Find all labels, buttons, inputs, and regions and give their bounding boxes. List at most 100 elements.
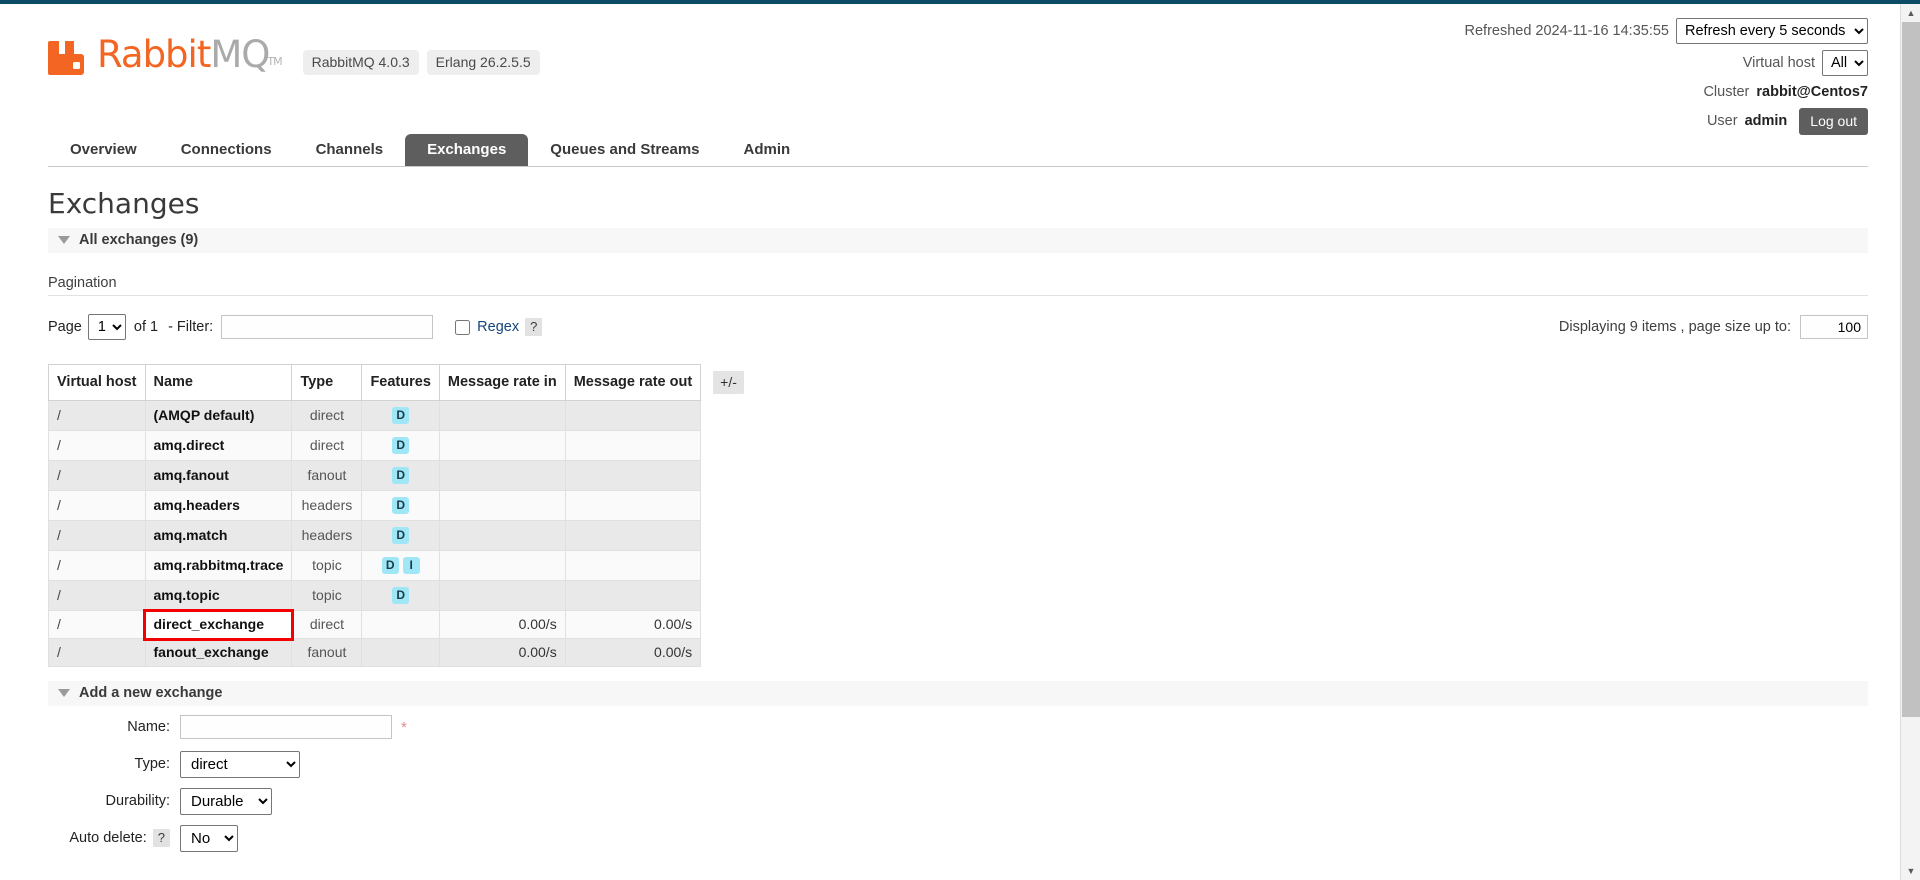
durability-select[interactable]: Durable xyxy=(180,787,272,815)
cell-exchange-type: topic xyxy=(291,580,363,611)
cell-exchange-type: topic xyxy=(291,550,363,581)
form-row-type: Type: direct xyxy=(48,748,1900,780)
regex-help-icon[interactable]: ? xyxy=(525,318,543,336)
feature-badge-d[interactable]: D xyxy=(392,497,410,514)
exchange-name-link[interactable]: fanout_exchange xyxy=(154,644,269,660)
regex-label[interactable]: Regex xyxy=(477,319,519,335)
regex-checkbox[interactable] xyxy=(455,319,471,335)
column-header-features[interactable]: Features xyxy=(361,364,440,401)
page-size-input[interactable] xyxy=(1800,315,1868,339)
exchanges-table-body: / (AMQP default) direct D / amq.direct direct D… xyxy=(48,400,753,667)
cell-exchange-name[interactable]: amq.rabbitmq.trace xyxy=(144,550,293,581)
table-row[interactable]: / amq.headers headers D xyxy=(48,490,753,521)
main-navigation: Overview Connections Channels Exchanges Queu… xyxy=(48,134,1868,167)
cell-exchange-name[interactable]: amq.match xyxy=(144,520,293,551)
feature-badge-d[interactable]: D xyxy=(392,467,410,484)
cell-virtual-host: / xyxy=(48,610,146,639)
feature-badge-d[interactable]: D xyxy=(392,437,410,454)
cell-virtual-host: / xyxy=(48,430,146,461)
rabbitmq-logo-icon xyxy=(48,41,84,80)
feature-badge-d[interactable]: D xyxy=(392,527,410,544)
exchange-name-link[interactable]: amq.direct xyxy=(154,437,225,453)
cluster-name: rabbit@Centos7 xyxy=(1756,84,1868,100)
cell-virtual-host: / xyxy=(48,490,146,521)
all-exchanges-section-header[interactable]: All exchanges (9) xyxy=(48,228,1868,253)
cell-message-rate-in: 0.00/s xyxy=(438,638,566,667)
cell-features: D xyxy=(361,490,440,521)
exchange-name-input[interactable] xyxy=(180,715,392,739)
scrollbar-thumb[interactable] xyxy=(1902,22,1920,717)
exchange-name-link[interactable]: direct_exchange xyxy=(154,616,265,632)
exchange-name-link[interactable]: amq.rabbitmq.trace xyxy=(154,557,284,573)
cell-message-rate-out xyxy=(564,460,702,491)
feature-badge-d[interactable]: D xyxy=(381,557,399,574)
cell-message-rate-out: 0.00/s xyxy=(564,610,702,639)
refresh-interval-select[interactable]: Refresh every 5 seconds xyxy=(1676,18,1868,44)
user-label: User xyxy=(1706,113,1738,129)
scroll-down-arrow-icon[interactable]: ▼ xyxy=(1901,862,1920,880)
column-header-message-rate-out[interactable]: Message rate out xyxy=(564,364,702,401)
autodelete-select[interactable]: No xyxy=(180,824,238,852)
tab-overview[interactable]: Overview xyxy=(48,134,159,166)
page-select[interactable]: 1 xyxy=(87,314,126,340)
autodelete-help-icon[interactable]: ? xyxy=(152,829,170,847)
feature-badge-d[interactable]: D xyxy=(392,407,410,424)
scroll-up-arrow-icon[interactable]: ▲ xyxy=(1901,4,1920,22)
displaying-text: Displaying 9 items , page size up to: xyxy=(1558,319,1791,335)
cell-exchange-name[interactable]: fanout_exchange xyxy=(144,638,293,667)
feature-badge-i[interactable]: I xyxy=(402,557,420,574)
column-header-type[interactable]: Type xyxy=(291,364,363,401)
cell-message-rate-in xyxy=(438,580,566,611)
table-row[interactable]: / fanout_exchange fanout 0.00/s 0.00/s xyxy=(48,638,753,667)
table-row[interactable]: / amq.topic topic D xyxy=(48,580,753,611)
cell-message-rate-in xyxy=(438,550,566,581)
column-toggle-button[interactable]: +/- xyxy=(713,370,744,394)
column-header-message-rate-in[interactable]: Message rate in xyxy=(438,364,566,401)
version-badges: RabbitMQ 4.0.3 Erlang 26.2.5.5 xyxy=(302,50,540,80)
tab-admin[interactable]: Admin xyxy=(722,134,813,166)
exchange-name-link[interactable]: amq.fanout xyxy=(154,467,229,483)
exchange-name-link[interactable]: (AMQP default) xyxy=(154,407,255,423)
table-row[interactable]: / direct_exchange direct 0.00/s 0.00/s xyxy=(48,608,753,641)
exchange-type-select[interactable]: direct xyxy=(180,750,300,778)
cell-exchange-name[interactable]: (AMQP default) xyxy=(144,400,293,431)
cell-exchange-name[interactable]: amq.direct xyxy=(144,430,293,461)
table-row[interactable]: / (AMQP default) direct D xyxy=(48,400,753,431)
filter-input[interactable] xyxy=(221,315,434,339)
all-exchanges-label: All exchanges (9) xyxy=(79,232,199,248)
table-row[interactable]: / amq.fanout fanout D xyxy=(48,460,753,491)
page-header: RabbitMQTM RabbitMQ 4.0.3 Erlang 26.2.5.… xyxy=(0,4,1900,135)
cell-exchange-name[interactable]: amq.headers xyxy=(144,490,293,521)
column-header-virtual-host[interactable]: Virtual host xyxy=(48,364,146,401)
tab-exchanges[interactable]: Exchanges xyxy=(405,134,529,166)
exchange-name-link[interactable]: amq.headers xyxy=(154,497,240,513)
table-row[interactable]: / amq.match headers D xyxy=(48,520,753,551)
cell-virtual-host: / xyxy=(48,580,146,611)
brand-logo[interactable]: RabbitMQTM RabbitMQ 4.0.3 Erlang 26.2.5.… xyxy=(48,34,540,80)
refresh-row: Refreshed 2024-11-16 14:35:55 Refresh ev… xyxy=(1465,18,1868,44)
exchange-name-link[interactable]: amq.match xyxy=(154,527,228,543)
cell-virtual-host: / xyxy=(48,520,146,551)
vhost-select[interactable]: All xyxy=(1822,50,1868,76)
vertical-scrollbar[interactable]: ▲ ▼ xyxy=(1900,4,1920,880)
table-row[interactable]: / amq.rabbitmq.trace topic D I xyxy=(48,550,753,581)
form-row-durability: Durability: Durable xyxy=(48,785,1900,817)
cell-exchange-type: direct xyxy=(291,430,363,461)
tab-connections[interactable]: Connections xyxy=(159,134,294,166)
exchange-name-link[interactable]: amq.topic xyxy=(154,587,220,603)
add-exchange-section-header[interactable]: Add a new exchange xyxy=(48,681,1868,706)
feature-badge-d[interactable]: D xyxy=(392,587,410,604)
brand-name-mq: MQ xyxy=(210,33,270,76)
table-row[interactable]: / amq.direct direct D xyxy=(48,430,753,461)
cell-exchange-name[interactable]: amq.topic xyxy=(144,580,293,611)
exchanges-table: Virtual host Name Type Features Message rate… xyxy=(48,364,753,667)
rabbitmq-management-page: RabbitMQTM RabbitMQ 4.0.3 Erlang 26.2.5.… xyxy=(0,4,1900,880)
logout-button[interactable]: Log out xyxy=(1799,107,1868,135)
tab-channels[interactable]: Channels xyxy=(294,134,406,166)
cell-exchange-name[interactable]: amq.fanout xyxy=(144,460,293,491)
page-count-label: of 1 xyxy=(133,319,159,335)
tab-queues-and-streams[interactable]: Queues and Streams xyxy=(528,134,721,166)
user-row: User admin Log out xyxy=(1465,107,1868,135)
cell-exchange-name[interactable]: direct_exchange xyxy=(143,608,294,641)
column-header-name[interactable]: Name xyxy=(144,364,293,401)
